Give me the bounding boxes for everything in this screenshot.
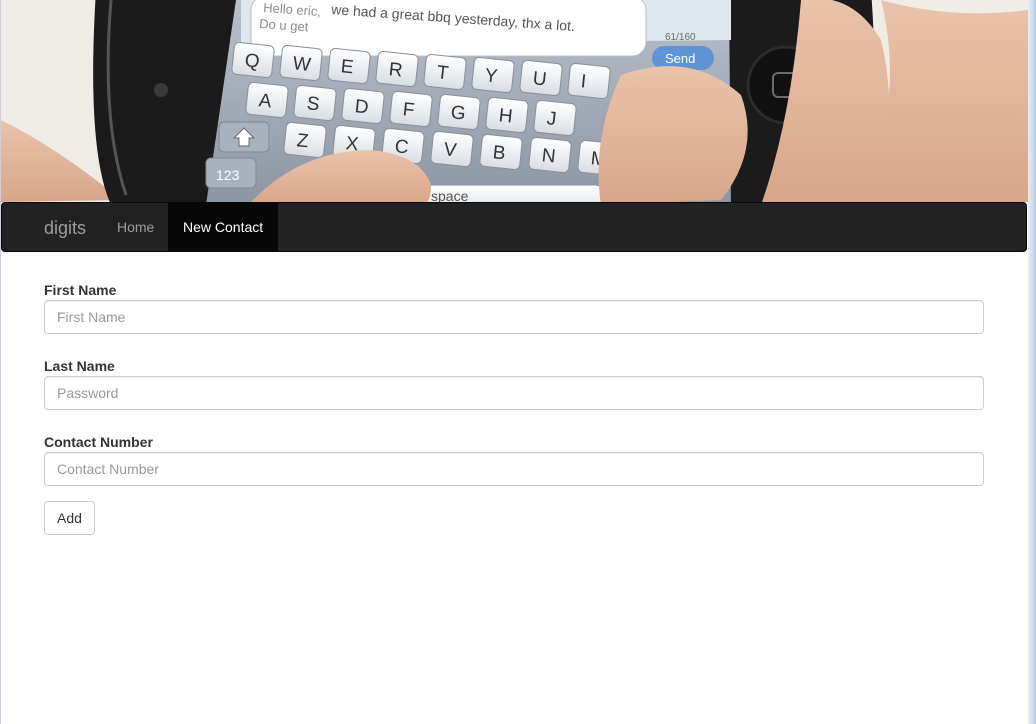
phone-key-label: W: [292, 53, 312, 76]
phone-key-label: Y: [484, 65, 499, 87]
phone-key-label: N: [541, 145, 557, 167]
last-name-input[interactable]: [44, 376, 984, 410]
hero-banner-image: Hello eric, we had a great bbq yesterday…: [1, 0, 1028, 202]
phone-key: [567, 62, 611, 100]
window-right-edge: [1028, 0, 1036, 724]
phone-key-label: G: [450, 102, 467, 124]
last-name-group: Last Name: [44, 358, 984, 434]
brand-logo[interactable]: digits: [44, 218, 86, 238]
new-contact-form: First Name Last Name Contact Number: [44, 282, 984, 510]
phone-key-label: U: [532, 68, 548, 90]
contact-number-input[interactable]: [44, 452, 984, 486]
phone-space-key: space: [431, 188, 469, 202]
phone-key-label: V: [443, 139, 458, 161]
phone-key-label: A: [258, 90, 273, 112]
phone-key-label: S: [306, 93, 321, 115]
first-name-label: First Name: [44, 282, 117, 298]
nav-item-new-contact[interactable]: New Contact: [168, 203, 279, 251]
first-name-group: First Name: [44, 282, 984, 358]
phone-key-label: Q: [244, 50, 261, 72]
phone-key-label: B: [492, 142, 507, 164]
last-name-label: Last Name: [44, 358, 115, 374]
phone-key-label: F: [402, 99, 416, 121]
first-name-input[interactable]: [44, 300, 984, 334]
phone-send-button: Send: [665, 51, 695, 66]
phone-char-counter: 61/160: [665, 32, 696, 43]
phone-key-label: H: [498, 105, 514, 127]
phone-123-key: 123: [216, 167, 240, 183]
phone-key-label: E: [340, 56, 355, 78]
contact-number-group: Contact Number: [44, 434, 984, 510]
phone-key-label: D: [354, 96, 370, 118]
top-navbar: digits Home New Contact: [1, 202, 1027, 252]
phone-key-label: R: [388, 59, 404, 81]
add-button[interactable]: Add: [44, 501, 95, 535]
nav-item-home[interactable]: Home: [102, 203, 169, 251]
contact-number-label: Contact Number: [44, 434, 153, 450]
